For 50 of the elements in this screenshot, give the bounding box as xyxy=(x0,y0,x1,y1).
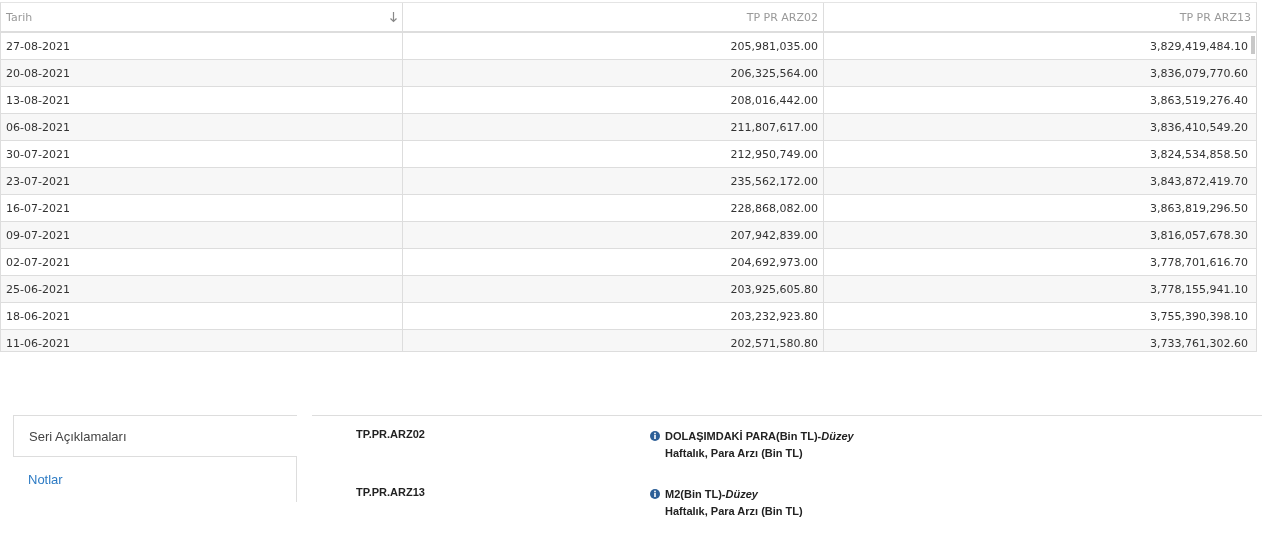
table-cell-text: 3,733,761,302.60 xyxy=(1149,335,1249,351)
tab[interactable]: Notlar xyxy=(13,457,297,502)
table-cell: 235,562,172.00 xyxy=(403,168,824,194)
table-cell: 02-07-2021 xyxy=(1,249,403,275)
table-cell: 212,950,749.00 xyxy=(403,141,824,167)
table-cell-text: 3,863,519,276.40 xyxy=(1149,92,1249,109)
table-cell: 228,868,082.00 xyxy=(403,195,824,221)
table-cell: 25-06-2021 xyxy=(1,276,403,302)
info-icon[interactable] xyxy=(650,431,660,441)
column-header[interactable]: Tarih xyxy=(1,3,403,31)
table-cell: 205,981,035.00 xyxy=(403,33,824,59)
table-cell: 211,807,617.00 xyxy=(403,114,824,140)
table-cell: 09-07-2021 xyxy=(1,222,403,248)
series-code: TP.PR.ARZ13 xyxy=(355,486,426,500)
table-cell-text: 3,824,534,858.50 xyxy=(1149,146,1249,163)
info-icon[interactable] xyxy=(650,489,660,499)
table-cell: 20-08-2021 xyxy=(1,60,403,86)
table-cell-text: 3,816,057,678.30 xyxy=(1149,227,1249,244)
table-cell-text: 3,778,155,941.10 xyxy=(1149,281,1249,298)
table-cell: 206,325,564.00 xyxy=(403,60,824,86)
series-title: DOLAŞIMDAKİ PARA(Bin TL)-Düzey xyxy=(665,430,854,442)
scrollbar-thumb[interactable] xyxy=(1251,36,1255,54)
series-title: M2(Bin TL)-Düzey xyxy=(665,488,758,500)
series-detail: Haftalık, Para Arzı (Bin TL) xyxy=(664,447,804,459)
table-cell: 30-07-2021 xyxy=(1,141,403,167)
table-cell-text: 3,836,079,770.60 xyxy=(1149,65,1249,82)
table-cell-text: 3,778,701,616.70 xyxy=(1149,254,1249,271)
table-cell: 27-08-2021 xyxy=(1,33,403,59)
table-cell-text: 3,836,410,549.20 xyxy=(1149,119,1249,136)
table-cell: 203,232,923.80 xyxy=(403,303,824,329)
table-cell-text: 3,843,872,419.70 xyxy=(1149,173,1249,190)
table-cell: 203,925,605.80 xyxy=(403,276,824,302)
column-header[interactable]: TP PR ARZ02 xyxy=(403,3,824,31)
series-code: TP.PR.ARZ02 xyxy=(355,428,426,442)
table-cell-text: 3,829,419,484.10 xyxy=(1149,38,1249,55)
table-cell: 11-06-2021 xyxy=(1,330,403,351)
table-cell-text: 3,755,390,398.10 xyxy=(1149,308,1249,325)
column-header[interactable]: TP PR ARZ13 xyxy=(824,3,1256,31)
table-cell: 202,571,580.80 xyxy=(403,330,824,351)
table-cell: 18-06-2021 xyxy=(1,303,403,329)
table-cell-text: 3,863,819,296.50 xyxy=(1149,200,1249,217)
table-cell: 16-07-2021 xyxy=(1,195,403,221)
tab[interactable]: Seri Açıklamaları xyxy=(13,415,297,457)
table-cell: 13-08-2021 xyxy=(1,87,403,113)
table-cell: 208,016,442.00 xyxy=(403,87,824,113)
table-cell: 06-08-2021 xyxy=(1,114,403,140)
table-cell: 23-07-2021 xyxy=(1,168,403,194)
series-detail: Haftalık, Para Arzı (Bin TL) xyxy=(664,505,803,517)
table-cell: 204,692,973.00 xyxy=(403,249,824,275)
table-cell: 207,942,839.00 xyxy=(403,222,824,248)
